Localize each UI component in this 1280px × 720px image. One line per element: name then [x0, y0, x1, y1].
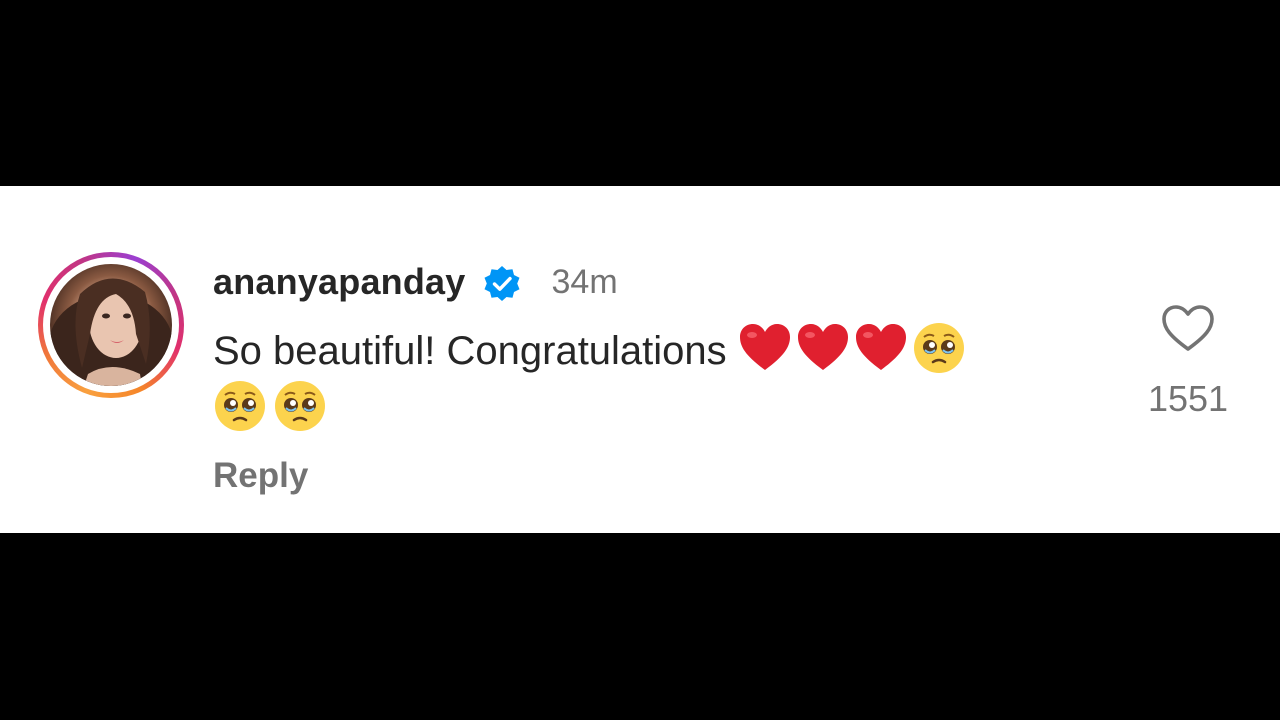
comment-text: So beautiful! Congratulations [213, 329, 727, 373]
pleading-face-emoji-icon [213, 379, 267, 433]
pleading-face-emoji-icon [912, 321, 966, 375]
heart-outline-icon[interactable] [1160, 304, 1216, 354]
comment-header: ananyapanday 34m [213, 258, 618, 306]
red-heart-emoji-icon [854, 323, 908, 373]
letterbox-bottom [0, 533, 1280, 720]
comment-body: So beautiful! Congratulations [213, 320, 1073, 440]
red-heart-emoji-icon [738, 323, 792, 373]
comment-timestamp: 34m [551, 262, 618, 301]
verified-badge-icon [482, 264, 522, 304]
pleading-face-emoji-icon [273, 379, 327, 433]
username-link[interactable]: ananyapanday [213, 261, 466, 303]
reply-button[interactable]: Reply [213, 456, 308, 496]
avatar-story-ring[interactable] [38, 252, 184, 398]
emoji-line-2 [213, 378, 1073, 440]
avatar [50, 264, 172, 386]
like-count: 1551 [1147, 378, 1229, 419]
comment-card: ananyapanday 34m So beautiful! Congratul… [0, 186, 1280, 533]
like-area: 1551 [1140, 304, 1236, 420]
letterbox-top [0, 0, 1280, 186]
red-heart-emoji-icon [796, 323, 850, 373]
